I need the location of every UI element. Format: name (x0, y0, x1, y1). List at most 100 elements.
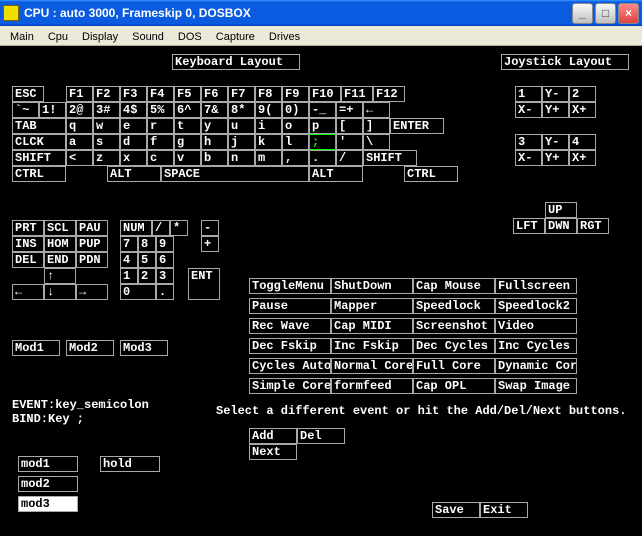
add-button[interactable]: Add (249, 428, 297, 444)
key-semicolon[interactable]: ; (309, 134, 336, 150)
key-j[interactable]: j (228, 134, 255, 150)
key-np8[interactable]: 8 (138, 236, 156, 252)
action-screenshot[interactable]: Screenshot (413, 318, 495, 334)
key-w[interactable]: w (93, 118, 120, 134)
key-f9[interactable]: F9 (282, 86, 309, 102)
key-l[interactable]: l (282, 134, 309, 150)
action-capopl[interactable]: Cap OPL (413, 378, 495, 394)
key-lbracket[interactable]: [ (336, 118, 363, 134)
menu-capture[interactable]: Capture (210, 29, 261, 42)
key-q[interactable]: q (66, 118, 93, 134)
key-v[interactable]: v (174, 150, 201, 166)
key-backspace[interactable]: ← (363, 102, 390, 118)
key-7[interactable]: 7& (201, 102, 228, 118)
key-pau[interactable]: PAU (76, 220, 108, 236)
action-speedlock[interactable]: Speedlock (413, 298, 495, 314)
key-enter[interactable]: ENTER (390, 118, 444, 134)
key-f7[interactable]: F7 (228, 86, 255, 102)
key-ins[interactable]: INS (12, 236, 44, 252)
action-swapimage[interactable]: Swap Image (495, 378, 577, 394)
menu-main[interactable]: Main (4, 29, 40, 42)
key-np2[interactable]: 2 (138, 268, 156, 284)
key-np6[interactable]: 6 (156, 252, 174, 268)
key-c[interactable]: c (147, 150, 174, 166)
key-lalt[interactable]: ALT (107, 166, 161, 182)
key-6[interactable]: 6^ (174, 102, 201, 118)
joy1-ypos[interactable]: Y+ (542, 102, 569, 118)
arrow-down[interactable]: DWN (545, 218, 577, 234)
action-incfskip[interactable]: Inc Fskip (331, 338, 413, 354)
key-h[interactable]: h (201, 134, 228, 150)
action-formfeed[interactable]: formfeed (331, 378, 413, 394)
arrow-up[interactable]: UP (545, 202, 577, 218)
key-f4[interactable]: F4 (147, 86, 174, 102)
key-down[interactable]: ↓ (44, 284, 76, 300)
key-2[interactable]: 2@ (66, 102, 93, 118)
action-capmidi[interactable]: Cap MIDI (331, 318, 413, 334)
action-recwave[interactable]: Rec Wave (249, 318, 331, 334)
key-np0[interactable]: 0 (120, 284, 156, 300)
exit-button[interactable]: Exit (480, 502, 528, 518)
key-np7[interactable]: 7 (120, 236, 138, 252)
key-lessthan[interactable]: < (66, 150, 93, 166)
key-up[interactable]: ↑ (44, 268, 76, 284)
key-ralt[interactable]: ALT (309, 166, 363, 182)
key-space[interactable]: SPACE (161, 166, 309, 182)
key-pup[interactable]: PUP (76, 236, 108, 252)
key-np5[interactable]: 5 (138, 252, 156, 268)
key-comma[interactable]: , (282, 150, 309, 166)
key-np1[interactable]: 1 (120, 268, 138, 284)
key-y[interactable]: y (201, 118, 228, 134)
joy2-btn4[interactable]: 4 (569, 134, 596, 150)
arrow-right[interactable]: RGT (577, 218, 609, 234)
key-rshift[interactable]: SHIFT (363, 150, 417, 166)
action-capmouse[interactable]: Cap Mouse (413, 278, 495, 294)
arrow-left[interactable]: LFT (513, 218, 545, 234)
action-shutdown[interactable]: ShutDown (331, 278, 413, 294)
key-minus[interactable]: -_ (309, 102, 336, 118)
bind-mod1[interactable]: mod1 (18, 456, 78, 472)
key-lshift[interactable]: SHIFT (12, 150, 66, 166)
action-deccycles[interactable]: Dec Cycles (413, 338, 495, 354)
action-normalcore[interactable]: Normal Core (331, 358, 413, 374)
joy1-yneg[interactable]: Y- (542, 86, 569, 102)
key-g[interactable]: g (174, 134, 201, 150)
key-rbracket[interactable]: ] (363, 118, 390, 134)
action-dynamiccore[interactable]: Dynamic Core (495, 358, 577, 374)
joy2-xneg[interactable]: X- (515, 150, 542, 166)
key-f3[interactable]: F3 (120, 86, 147, 102)
action-video[interactable]: Video (495, 318, 577, 334)
action-simplecore[interactable]: Simple Core (249, 378, 331, 394)
key-1[interactable]: 1! (39, 102, 66, 118)
key-f12[interactable]: F12 (373, 86, 405, 102)
key-num[interactable]: NUM (120, 220, 152, 236)
key-left[interactable]: ← (12, 284, 44, 300)
key-x[interactable]: x (120, 150, 147, 166)
key-slash[interactable]: / (336, 150, 363, 166)
key-quote[interactable]: ' (336, 134, 363, 150)
key-npsub[interactable]: - (201, 220, 219, 236)
key-end[interactable]: END (44, 252, 76, 268)
action-fullscreen[interactable]: Fullscreen (495, 278, 577, 294)
mod1-button[interactable]: Mod1 (12, 340, 60, 356)
action-cyclesauto[interactable]: Cycles Auto (249, 358, 331, 374)
key-z[interactable]: z (93, 150, 120, 166)
key-f8[interactable]: F8 (255, 86, 282, 102)
key-f11[interactable]: F11 (341, 86, 373, 102)
menu-cpu[interactable]: Cpu (42, 29, 74, 42)
joy1-xneg[interactable]: X- (515, 102, 542, 118)
key-grave[interactable]: `~ (12, 102, 39, 118)
key-backslash[interactable]: \ (363, 134, 390, 150)
key-u[interactable]: u (228, 118, 255, 134)
action-mapper[interactable]: Mapper (331, 298, 413, 314)
joy2-xpos[interactable]: X+ (569, 150, 596, 166)
key-3[interactable]: 3# (93, 102, 120, 118)
joy1-xpos[interactable]: X+ (569, 102, 596, 118)
key-8[interactable]: 8* (228, 102, 255, 118)
key-scl[interactable]: SCL (44, 220, 76, 236)
key-p[interactable]: p (309, 118, 336, 134)
minimize-button[interactable]: _ (572, 3, 593, 24)
mod2-button[interactable]: Mod2 (66, 340, 114, 356)
key-n[interactable]: n (228, 150, 255, 166)
bind-hold[interactable]: hold (100, 456, 160, 472)
